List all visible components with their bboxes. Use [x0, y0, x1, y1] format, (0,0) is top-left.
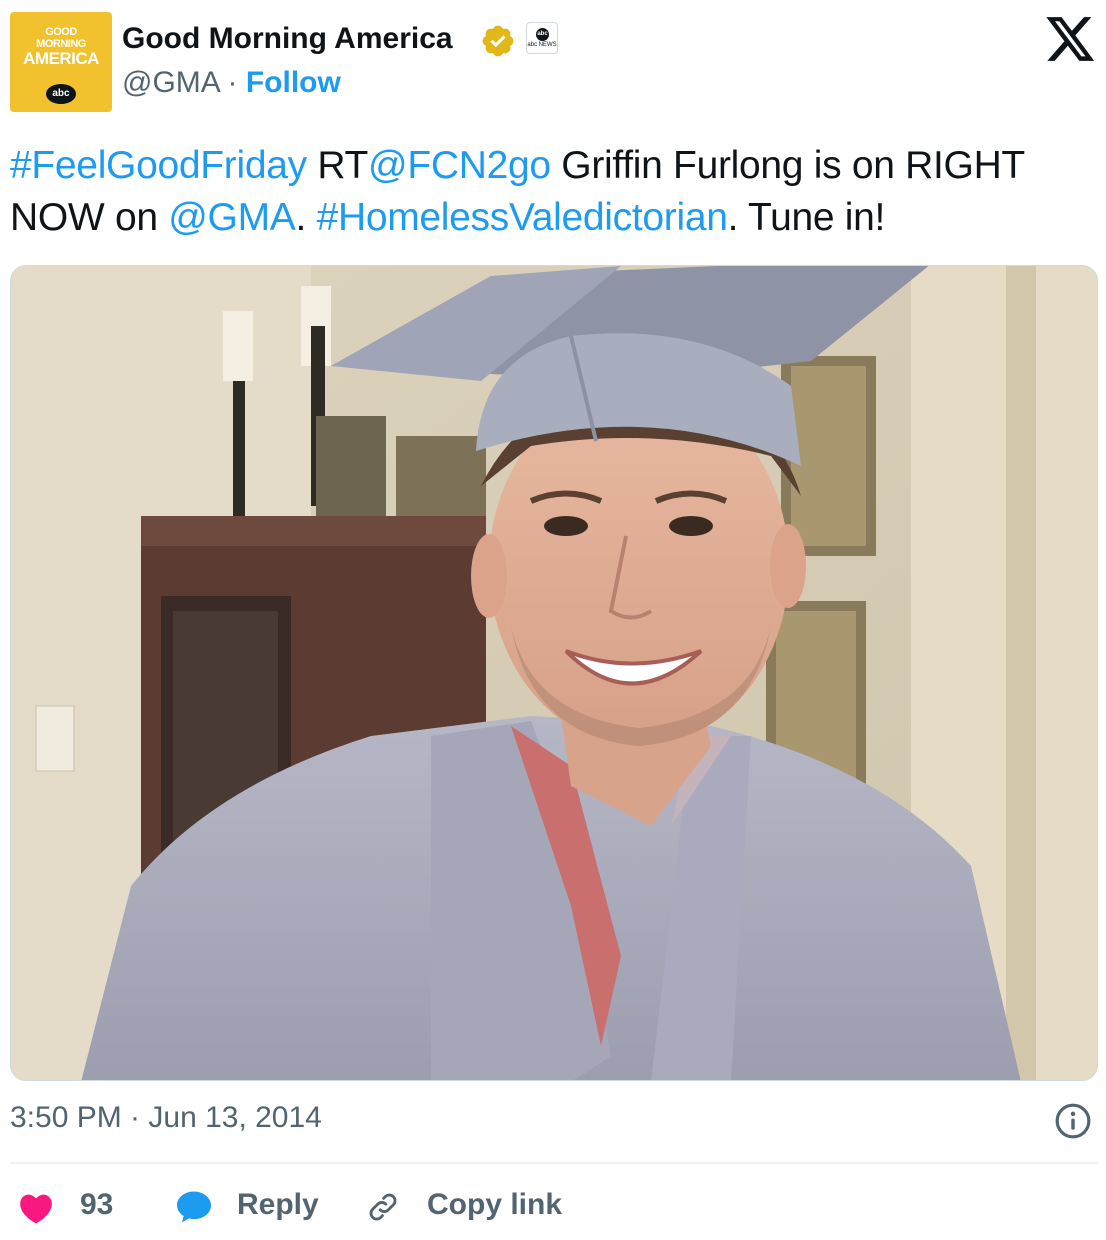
- info-icon[interactable]: [1054, 1102, 1092, 1140]
- tweet-text: #FeelGoodFriday RT@FCN2go Griffin Furlon…: [10, 140, 1100, 244]
- account-display-name[interactable]: Good Morning America: [122, 22, 453, 56]
- avatar-text-good: GOOD: [45, 26, 77, 38]
- handle-separator: ·: [227, 66, 238, 99]
- affiliate-badge[interactable]: abc abc NEWS: [526, 22, 558, 54]
- tweet-timestamp[interactable]: 3:50 PM · Jun 13, 2014: [10, 1101, 322, 1135]
- affiliate-badge-label: abc NEWS: [527, 42, 557, 48]
- hashtag-homelessvaledictorian[interactable]: #HomelessValedictorian: [317, 196, 728, 239]
- abc-logo-icon: abc: [46, 84, 76, 104]
- action-bar: 93 Reply Copy link: [0, 1180, 1106, 1240]
- avatar-text-america: AMERICA: [23, 49, 99, 68]
- mention-gma[interactable]: @GMA: [168, 196, 296, 239]
- like-count: 93: [80, 1188, 114, 1221]
- account-handle[interactable]: @GMA: [122, 66, 219, 99]
- reply-bubble-icon: [177, 1191, 211, 1223]
- heart-icon: [20, 1194, 52, 1224]
- verified-badge-icon: [482, 25, 514, 57]
- hashtag-feelgoodfriday[interactable]: #FeelGoodFriday: [10, 144, 307, 187]
- handle-line: @GMA · Follow: [122, 66, 341, 100]
- account-avatar[interactable]: GOOD MORNING AMERICA abc: [10, 12, 112, 112]
- affiliate-abc-icon: abc: [536, 28, 549, 41]
- tweet-text-rt: RT: [306, 144, 369, 187]
- reply-label: Reply: [237, 1188, 319, 1221]
- divider: [10, 1162, 1098, 1164]
- link-icon: [369, 1193, 397, 1221]
- mention-fcn2go[interactable]: @FCN2go: [368, 144, 551, 187]
- tweet-text-period: .: [295, 196, 317, 239]
- x-logo-icon[interactable]: [1046, 17, 1096, 63]
- copy-link-label: Copy link: [427, 1188, 563, 1221]
- graduate-photo-illustration: [11, 266, 1097, 1080]
- tweet-text-tune-in: . Tune in!: [727, 196, 886, 239]
- follow-button[interactable]: Follow: [246, 66, 341, 99]
- tweet-photo[interactable]: [10, 265, 1098, 1081]
